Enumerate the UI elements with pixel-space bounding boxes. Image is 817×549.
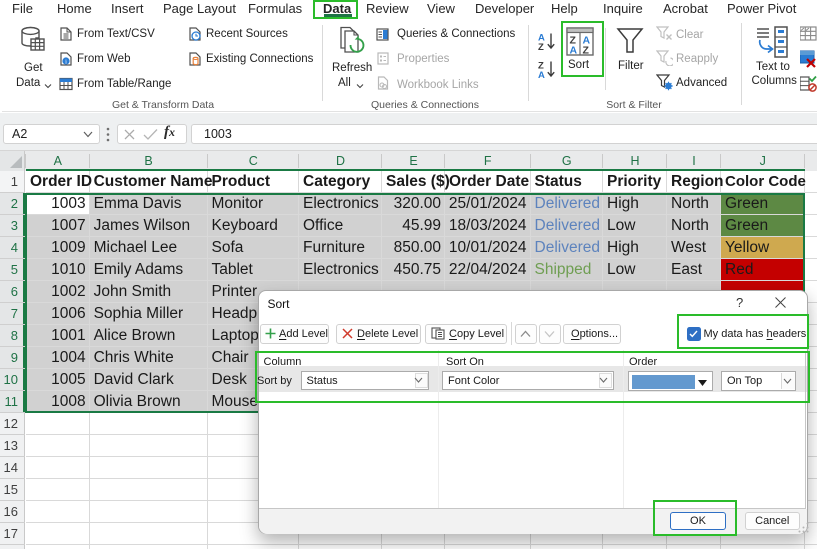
svg-text:A: A — [538, 70, 545, 79]
svg-text:Z: Z — [538, 42, 544, 51]
svg-text:i: i — [65, 58, 67, 65]
